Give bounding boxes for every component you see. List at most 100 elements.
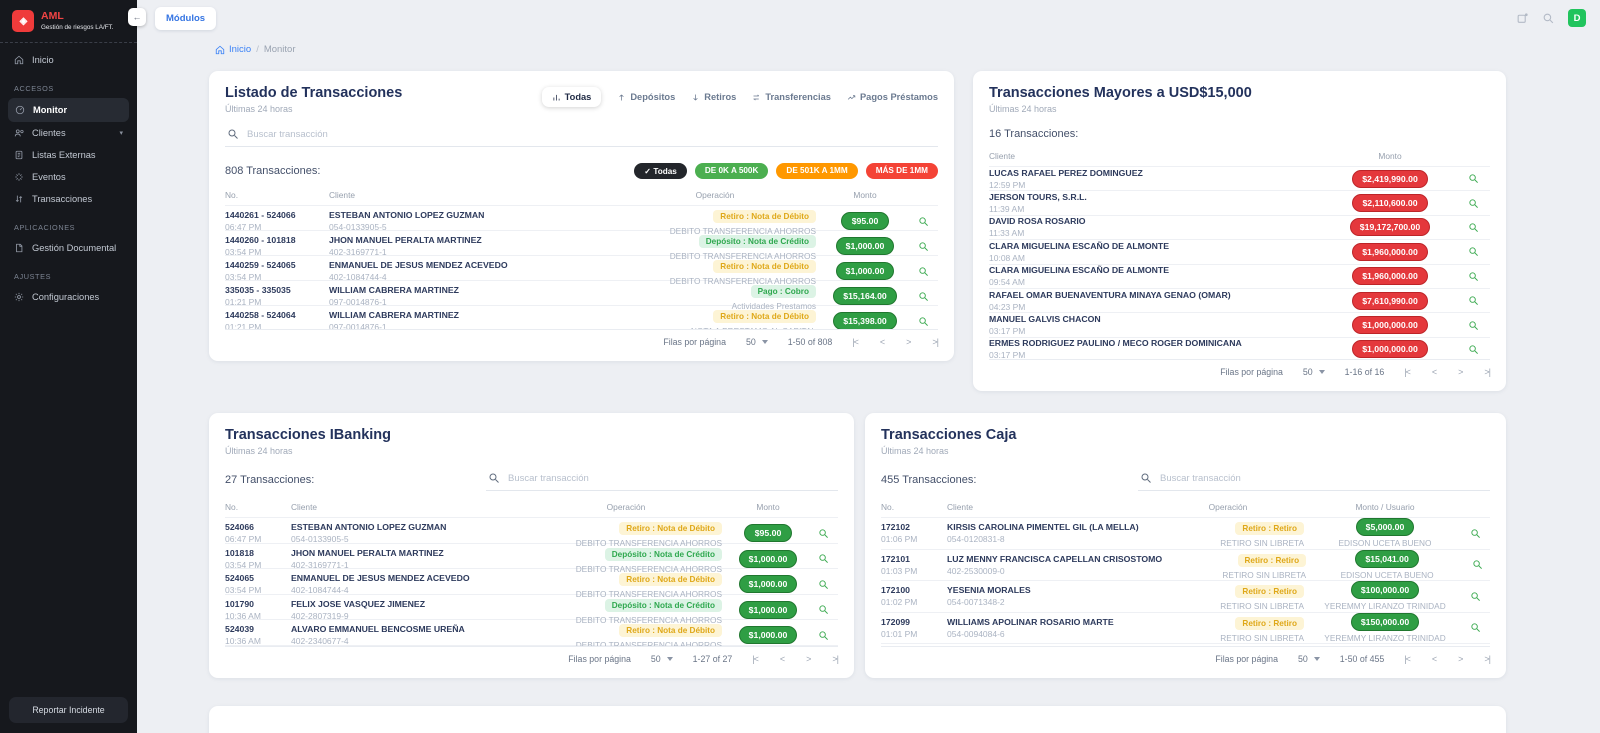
prev-page-button[interactable]: <	[1432, 654, 1436, 664]
chip-mas-1mm[interactable]: MÁS DE 1MM	[866, 163, 938, 179]
chip-0k-500k[interactable]: DE 0K A 500K	[695, 163, 769, 179]
view-transaction-button[interactable]	[1468, 526, 1482, 540]
rows-per-page-select[interactable]: 50	[1298, 654, 1320, 664]
view-transaction-button[interactable]	[1466, 245, 1480, 259]
table-row[interactable]: 52406606:47 PM ESTEBAN ANTONIO LOPEZ GUZ…	[225, 517, 838, 543]
view-transaction-button[interactable]	[816, 552, 830, 566]
view-transaction-button[interactable]	[1468, 589, 1482, 603]
table-row[interactable]: 17209901:01 PM WILLIAMS APOLINAR ROSARIO…	[881, 612, 1490, 644]
view-transaction-button[interactable]	[1466, 172, 1480, 186]
view-transaction-button[interactable]	[916, 264, 930, 278]
prev-page-button[interactable]: <	[780, 654, 784, 664]
tab-depositos[interactable]: Depósitos	[617, 92, 675, 102]
search-input[interactable]	[247, 129, 936, 140]
view-transaction-button[interactable]	[916, 239, 930, 253]
last-page-button[interactable]: >|	[832, 654, 838, 664]
breadcrumb-separator: /	[256, 44, 259, 55]
table-row[interactable]: CLARA MIGUELINA ESCAÑO DE ALMONTE10:08 A…	[989, 239, 1490, 263]
table-row[interactable]: DAVID ROSA ROSARIO11:33 AM $19,172,700.0…	[989, 215, 1490, 239]
last-page-button[interactable]: >|	[932, 337, 938, 347]
sidebar-item-monitor[interactable]: Monitor	[8, 98, 129, 122]
card-subtitle: Últimas 24 horas	[989, 104, 1490, 114]
sidebar-item-listas-externas[interactable]: Listas Externas	[0, 144, 137, 166]
table-row[interactable]: 52406503:54 PM ENMANUEL DE JESUS MENDEZ …	[225, 568, 838, 594]
view-transaction-button[interactable]	[1466, 220, 1480, 234]
sidebar-item-transacciones[interactable]: Transacciones	[0, 188, 137, 210]
sidebar-item-eventos[interactable]: Eventos	[0, 166, 137, 188]
search-input[interactable]	[1160, 473, 1488, 484]
rows-per-page-select[interactable]: 50	[651, 654, 673, 664]
next-page-button[interactable]: >	[1458, 367, 1462, 377]
breadcrumb-home[interactable]: Inicio	[215, 44, 251, 55]
table-row[interactable]: CLARA MIGUELINA ESCAÑO DE ALMONTE09:54 A…	[989, 264, 1490, 288]
table-row[interactable]: 172098 YAJAIRA TEJADA ESTRELLA Retiro : …	[881, 643, 1490, 646]
sidebar-item-clientes[interactable]: Clientes ▾	[0, 122, 137, 144]
first-page-button[interactable]: |<	[1404, 654, 1410, 664]
tab-retiros[interactable]: Retiros	[691, 92, 736, 102]
next-page-button[interactable]: >	[906, 337, 910, 347]
magnifier-icon	[918, 316, 929, 327]
card-subtitle: Últimas 24 horas	[225, 446, 838, 456]
table-row[interactable]: 17210201:06 PM KIRSIS CAROLINA PIMENTEL …	[881, 517, 1490, 549]
view-transaction-button[interactable]	[916, 289, 930, 303]
tab-transferencias[interactable]: Transferencias	[752, 92, 831, 102]
sidebar-item-inicio[interactable]: Inicio	[0, 49, 137, 71]
magnifier-icon	[1468, 222, 1479, 233]
arrow-down-icon	[691, 93, 700, 102]
table-row[interactable]: ERMES RODRIGUEZ PAULINO / MECO ROGER DOM…	[989, 337, 1490, 359]
view-transaction-button[interactable]	[916, 314, 930, 328]
sidebar-item-gestion-documental[interactable]: Gestión Documental	[0, 237, 137, 259]
table-row[interactable]: 17210001:02 PM YESENIA MORALES054-007134…	[881, 580, 1490, 612]
first-page-button[interactable]: |<	[852, 337, 858, 347]
report-incident-button[interactable]: Reportar Incidente	[9, 697, 128, 723]
rows-per-page-select[interactable]: 50	[1303, 367, 1325, 377]
view-transaction-button[interactable]	[1466, 342, 1480, 356]
last-page-button[interactable]: >|	[1484, 654, 1490, 664]
rows-per-page-select[interactable]: 50	[746, 337, 768, 347]
search-icon[interactable]	[1542, 12, 1555, 25]
table-row[interactable]: 10179010:36 AM FELIX JOSE VASQUEZ JIMENE…	[225, 594, 838, 620]
table-row[interactable]: 52403910:36 AM ALVARO EMMANUEL BENCOSME …	[225, 619, 838, 645]
first-page-button[interactable]: |<	[1404, 367, 1410, 377]
sidebar-item-configuraciones[interactable]: Configuraciones	[0, 286, 137, 308]
notifications-icon[interactable]	[1516, 12, 1529, 25]
next-page-button[interactable]: >	[806, 654, 810, 664]
last-page-button[interactable]: >|	[1484, 367, 1490, 377]
search-input[interactable]	[508, 473, 836, 484]
table-row[interactable]: 1440261 - 52406606:47 PM ESTEBAN ANTONIO…	[225, 205, 938, 230]
table-row[interactable]: 335035 - 33503501:21 PM WILLIAM CABRERA …	[225, 280, 938, 305]
view-transaction-button[interactable]	[816, 603, 830, 617]
tab-pagos-prestamos[interactable]: Pagos Préstamos	[847, 92, 938, 102]
table-row[interactable]: JERSON TOURS, S.R.L.11:39 AM $2,110,600.…	[989, 190, 1490, 214]
view-transaction-button[interactable]	[1466, 269, 1480, 283]
table-row[interactable]: LUCAS RAFAEL PEREZ DOMINGUEZ12:59 PM $2,…	[989, 166, 1490, 190]
view-transaction-button[interactable]	[1466, 318, 1480, 332]
table-row[interactable]: 1440259 - 52406503:54 PM ENMANUEL DE JES…	[225, 255, 938, 280]
view-transaction-button[interactable]	[816, 628, 830, 642]
table-row[interactable]: 17210101:03 PM LUZ MENNY FRANCISCA CAPEL…	[881, 549, 1490, 581]
prev-page-button[interactable]: <	[880, 337, 884, 347]
view-transaction-button[interactable]	[816, 577, 830, 591]
chip-todas[interactable]: ✓ Todas	[634, 163, 687, 179]
table-row[interactable]: 1440260 - 10181803:54 PM JHON MANUEL PER…	[225, 230, 938, 255]
prev-page-button[interactable]: <	[1432, 367, 1436, 377]
first-page-button[interactable]: |<	[752, 654, 758, 664]
view-transaction-button[interactable]	[1466, 294, 1480, 308]
view-transaction-button[interactable]	[1470, 558, 1484, 572]
chip-501k-1mm[interactable]: DE 501K A 1MM	[776, 163, 857, 179]
view-transaction-button[interactable]	[916, 214, 930, 228]
view-transaction-button[interactable]	[1468, 621, 1482, 635]
table-row[interactable]: 1440258 - 52406401:21 PM WILLIAM CABRERA…	[225, 305, 938, 329]
table-row[interactable]: 10181803:54 PM JHON MANUEL PERALTA MARTI…	[225, 543, 838, 569]
page-range: 1-27 of 27	[693, 654, 733, 664]
brand-subtitle: Gestión de riesgos LA/FT.	[41, 24, 113, 31]
user-avatar[interactable]: D	[1568, 9, 1586, 27]
table-row[interactable]: RAFAEL OMAR BUENAVENTURA MINAYA GENAO (O…	[989, 288, 1490, 312]
sidebar-collapse-button[interactable]: ←	[128, 8, 146, 26]
table-row[interactable]: MANUEL GALVIS CHACON03:17 PM $1,000,000.…	[989, 312, 1490, 336]
modules-button[interactable]: Módulos	[155, 7, 216, 30]
tab-todas[interactable]: Todas	[542, 87, 602, 107]
view-transaction-button[interactable]	[816, 526, 830, 540]
view-transaction-button[interactable]	[1466, 196, 1480, 210]
next-page-button[interactable]: >	[1458, 654, 1462, 664]
